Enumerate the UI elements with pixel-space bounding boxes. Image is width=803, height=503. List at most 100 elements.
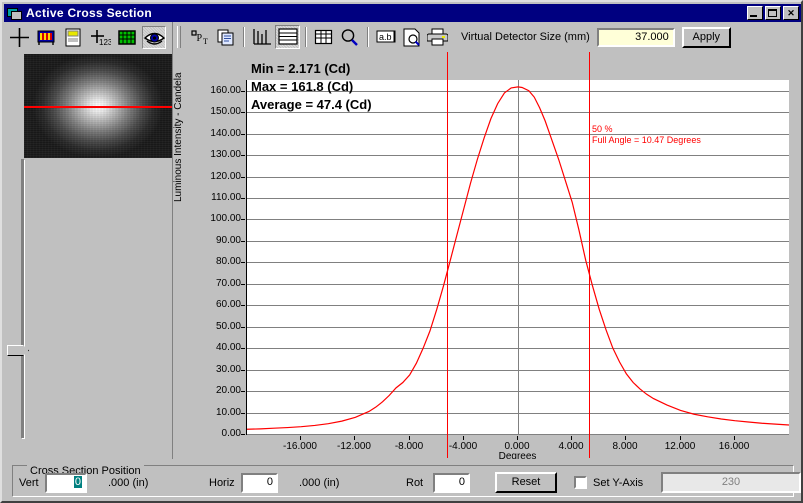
x-tick-mark bbox=[571, 436, 572, 440]
y-tick-label: 120.00 bbox=[210, 171, 241, 182]
toolbar-grip[interactable] bbox=[177, 26, 184, 48]
color-bar-icon[interactable] bbox=[34, 25, 58, 49]
slider-track[interactable] bbox=[21, 159, 25, 439]
y-tick-mark bbox=[241, 155, 245, 156]
vert-input[interactable]: 0 bbox=[45, 473, 87, 493]
window-app-icon bbox=[6, 6, 22, 20]
x-tick-mark bbox=[354, 436, 355, 440]
vertical-position-slider[interactable] bbox=[7, 159, 29, 439]
y-tick-mark bbox=[241, 391, 245, 392]
active-cross-section-window: Active Cross Section ✕ 123 P T a.b Virtu… bbox=[0, 0, 803, 503]
cross-section-line[interactable] bbox=[24, 106, 172, 108]
stat-min: Min = 2.171 (Cd) bbox=[251, 61, 351, 76]
y-tick-mark bbox=[241, 413, 245, 414]
left-toolbar: 123 bbox=[7, 24, 167, 50]
crosshair-icon[interactable] bbox=[7, 25, 31, 49]
copy-icon[interactable] bbox=[213, 25, 238, 49]
y-tick-mark bbox=[241, 177, 245, 178]
set-y-axis-label: Set Y-Axis bbox=[593, 477, 644, 489]
svg-text:123: 123 bbox=[99, 38, 111, 47]
toolbar-separator-3 bbox=[367, 27, 369, 47]
beam-image-preview[interactable] bbox=[24, 54, 172, 158]
table-grid-icon[interactable] bbox=[311, 25, 336, 49]
rot-input[interactable]: 0 bbox=[433, 473, 470, 493]
left-panel: 123 bbox=[4, 22, 172, 459]
y-tick-mark bbox=[241, 219, 245, 220]
plot-area[interactable] bbox=[246, 52, 789, 458]
printer-icon[interactable] bbox=[425, 25, 450, 49]
y-tick-mark bbox=[241, 370, 245, 371]
x-tick-mark bbox=[625, 436, 626, 440]
marker-line[interactable] bbox=[589, 52, 590, 458]
y-tick-mark bbox=[241, 434, 245, 435]
y-tick-label: 130.00 bbox=[210, 149, 241, 160]
y-tick-label: 160.00 bbox=[210, 85, 241, 96]
y-axis-ticks: 0.00 10.00 20.00 30.00 40.00 50.00 60.00 70.00 8… bbox=[173, 52, 241, 458]
y-tick-mark bbox=[241, 327, 245, 328]
y-tick-label: 90.00 bbox=[215, 235, 241, 246]
rot-stepper[interactable]: 0 bbox=[433, 473, 485, 493]
toolbar-separator bbox=[243, 27, 245, 47]
maximize-button[interactable] bbox=[765, 6, 781, 20]
y-tick-label: 30.00 bbox=[215, 364, 241, 375]
minimize-button[interactable] bbox=[747, 6, 763, 20]
stat-max: Max = 161.8 (Cd) bbox=[251, 79, 354, 94]
document-icon[interactable] bbox=[61, 25, 85, 49]
y-tick-mark bbox=[241, 198, 245, 199]
reset-button[interactable]: Reset bbox=[495, 472, 557, 493]
y-tick-mark bbox=[241, 262, 245, 263]
y-tick-label: 70.00 bbox=[215, 278, 241, 289]
marker-annotation: 50 % Full Angle = 10.47 Degrees bbox=[592, 124, 701, 146]
bottom-panel: Cross Section Position Vert 0 .000 (in) … bbox=[4, 459, 801, 501]
y-axis-value-input[interactable]: 230 bbox=[661, 472, 801, 493]
svg-text:P: P bbox=[196, 33, 202, 44]
y-tick-label: 100.00 bbox=[210, 213, 241, 224]
detector-size-input[interactable]: 37.000 bbox=[596, 27, 675, 47]
y-tick-label: 140.00 bbox=[210, 128, 241, 139]
y-tick-label: 150.00 bbox=[210, 106, 241, 117]
svg-text:T: T bbox=[203, 37, 208, 46]
chart-toolbar: P T a.b Virtual Detector Size (mm) 37.00… bbox=[173, 22, 802, 52]
marker-line[interactable] bbox=[447, 52, 448, 458]
set-y-axis-checkbox[interactable] bbox=[574, 476, 587, 489]
y-tick-mark bbox=[241, 284, 245, 285]
y-tick-label: 80.00 bbox=[215, 256, 241, 267]
apply-button[interactable]: Apply bbox=[681, 26, 731, 48]
vertical-lines-chart-icon[interactable] bbox=[249, 25, 274, 49]
x-tick-mark bbox=[463, 436, 464, 440]
slider-thumb[interactable] bbox=[7, 345, 29, 356]
detector-size-label: Virtual Detector Size (mm) bbox=[461, 31, 590, 43]
text-ab-icon[interactable]: a.b bbox=[373, 25, 398, 49]
x-axis-ticks: -16.000 -12.000 -8.000 -4.000 0.000 4.000 8.00… bbox=[246, 436, 789, 452]
horiz-label: Horiz bbox=[209, 477, 235, 489]
y-tick-label: 20.00 bbox=[215, 385, 241, 396]
chart-statistics: Min = 2.171 (Cd) Max = 161.8 (Cd) Averag… bbox=[251, 60, 372, 114]
magnifier-icon[interactable] bbox=[337, 25, 362, 49]
horiz-input[interactable]: 0 bbox=[241, 473, 278, 493]
horiz-stepper[interactable]: 0 bbox=[241, 473, 293, 493]
horiz-units: .000 (in) bbox=[299, 477, 340, 489]
y-tick-label: 50.00 bbox=[215, 321, 241, 332]
toolbar-separator-2 bbox=[305, 27, 307, 47]
vert-label: Vert bbox=[19, 477, 39, 489]
y-tick-mark bbox=[241, 305, 245, 306]
x-tick-mark bbox=[409, 436, 410, 440]
green-grid-icon[interactable] bbox=[115, 25, 139, 49]
pt-properties-icon[interactable]: P T bbox=[187, 25, 212, 49]
intensity-curve bbox=[247, 86, 789, 430]
window-title: Active Cross Section bbox=[26, 6, 153, 20]
eye-icon[interactable] bbox=[142, 25, 166, 49]
crosshair-123-icon[interactable]: 123 bbox=[88, 25, 112, 49]
title-bar: Active Cross Section ✕ bbox=[4, 4, 801, 22]
x-tick-mark bbox=[517, 436, 518, 440]
marker-percent: 50 % bbox=[592, 124, 613, 134]
x-tick-mark bbox=[680, 436, 681, 440]
y-tick-mark bbox=[241, 348, 245, 349]
vert-stepper[interactable]: 0 bbox=[45, 473, 102, 493]
y-tick-label: 60.00 bbox=[215, 299, 241, 310]
horizontal-lines-chart-icon[interactable] bbox=[275, 25, 300, 49]
close-button[interactable]: ✕ bbox=[783, 6, 799, 20]
print-preview-icon[interactable] bbox=[399, 25, 424, 49]
y-tick-mark bbox=[241, 112, 245, 113]
vert-units: .000 (in) bbox=[108, 477, 149, 489]
